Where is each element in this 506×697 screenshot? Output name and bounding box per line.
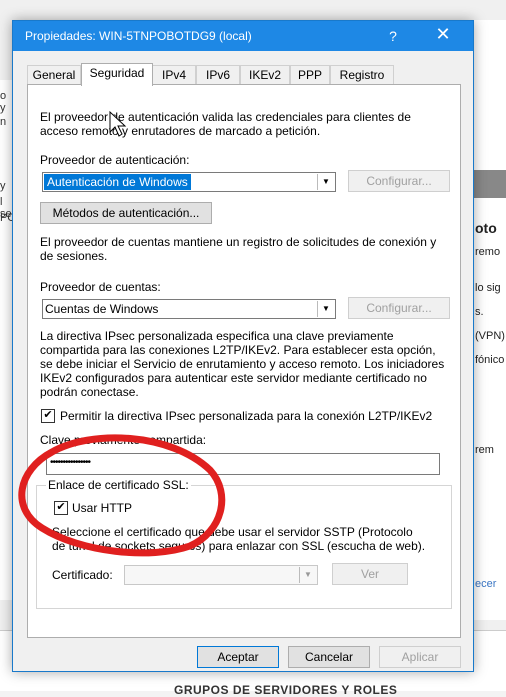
auth-provider-label: Proveedor de autenticación: bbox=[40, 153, 190, 167]
ipsec-description: compartida para las conexiones L2TP/IKEv… bbox=[40, 343, 436, 357]
dialog-title: Propiedades: WIN-5TNPOBOTDG9 (local) bbox=[25, 29, 252, 43]
auth-provider-value: Autenticación de Windows bbox=[44, 174, 191, 190]
bg-text: y bbox=[0, 180, 6, 192]
bg-text: n bbox=[0, 116, 7, 128]
use-http-label: Usar HTTP bbox=[72, 501, 132, 515]
ipsec-description: se debe iniciar el Servicio de enrutamie… bbox=[40, 357, 445, 371]
accounting-provider-value: Cuentas de Windows bbox=[45, 302, 159, 316]
configure-accounting-button[interactable]: Configurar... bbox=[348, 297, 450, 319]
auth-provider-select[interactable]: Autenticación de Windows ▼ bbox=[42, 172, 336, 192]
tab-ppp[interactable]: PPP bbox=[290, 65, 330, 85]
ssl-description: Seleccione el certificado que debe usar … bbox=[52, 525, 413, 539]
accounting-provider-label: Proveedor de cuentas: bbox=[40, 280, 161, 294]
accounting-description: de sesiones. bbox=[40, 249, 108, 263]
properties-dialog: Propiedades: WIN-5TNPOBOTDG9 (local) ? ✕… bbox=[12, 20, 474, 672]
view-certificate-button[interactable]: Ver bbox=[332, 563, 408, 585]
bg-text: s. bbox=[475, 306, 484, 318]
tab-ipv6[interactable]: IPv6 bbox=[196, 65, 240, 85]
bg-text: lo sig bbox=[475, 282, 501, 294]
accounting-description: El proveedor de cuentas mantiene un regi… bbox=[40, 235, 437, 249]
bg-text: oto bbox=[475, 220, 497, 236]
chevron-down-icon: ▼ bbox=[317, 174, 334, 190]
tab-registro[interactable]: Registro bbox=[330, 65, 394, 85]
bg-section-heading: GRUPOS DE SERVIDORES Y ROLES bbox=[174, 683, 398, 697]
chevron-down-icon: ▼ bbox=[317, 301, 334, 317]
ipsec-checkbox[interactable]: ✔ bbox=[41, 409, 55, 423]
bg-text: remo bbox=[475, 246, 501, 258]
chevron-down-icon: ▼ bbox=[299, 567, 316, 583]
apply-button[interactable]: Aplicar bbox=[379, 646, 461, 668]
ssl-description: de túnel de sockets seguros) para enlaza… bbox=[52, 539, 426, 553]
certificate-label: Certificado: bbox=[52, 568, 113, 582]
bg-text: (VPN) bbox=[475, 330, 505, 342]
bg-text: rem bbox=[475, 444, 494, 456]
bg-text: fónico bbox=[475, 354, 505, 366]
ssl-group-label: Enlace de certificado SSL: bbox=[46, 478, 191, 492]
tab-seguridad[interactable]: Seguridad bbox=[81, 63, 153, 86]
psk-label: Clave previamente compartida: bbox=[40, 433, 207, 447]
bg-header-bar bbox=[471, 170, 506, 198]
use-http-checkbox[interactable]: ✔ bbox=[54, 501, 68, 515]
bg-text: o y bbox=[0, 90, 7, 114]
background-right-pane: oto remo lo sig s. (VPN) fónico rem ecer bbox=[470, 20, 506, 620]
ipsec-description: IKEv2 configurados para autenticar este … bbox=[40, 371, 427, 385]
auth-methods-button[interactable]: Métodos de autenticación... bbox=[40, 202, 212, 224]
accounting-provider-select[interactable]: Cuentas de Windows ▼ bbox=[42, 299, 336, 319]
bg-link[interactable]: ecer bbox=[475, 578, 496, 590]
close-icon[interactable]: ✕ bbox=[431, 24, 455, 45]
tab-ikev2[interactable]: IKEv2 bbox=[240, 65, 290, 85]
ipsec-description: La directiva IPsec personalizada especif… bbox=[40, 329, 394, 343]
accept-button[interactable]: Aceptar bbox=[197, 646, 279, 668]
tab-ipv4[interactable]: IPv4 bbox=[152, 65, 196, 85]
tab-general[interactable]: General bbox=[27, 65, 81, 85]
auth-description: El proveedor de autenticación valida las… bbox=[40, 110, 411, 124]
auth-description: acceso remoto y enrutadores de marcado a… bbox=[40, 124, 321, 138]
ipsec-checkbox-label: Permitir la directiva IPsec personalizad… bbox=[60, 409, 433, 423]
cancel-button[interactable]: Cancelar bbox=[288, 646, 370, 668]
security-tab-panel: El proveedor de autenticación valida las… bbox=[27, 84, 461, 638]
configure-auth-button[interactable]: Configurar... bbox=[348, 170, 450, 192]
psk-input[interactable]: •••••••••••••••• bbox=[46, 453, 440, 475]
dialog-titlebar[interactable]: Propiedades: WIN-5TNPOBOTDG9 (local) ? ✕ bbox=[13, 21, 473, 51]
ipsec-description: podrán conectase. bbox=[40, 385, 139, 399]
certificate-select[interactable]: ▼ bbox=[124, 565, 318, 585]
help-button[interactable]: ? bbox=[383, 28, 403, 44]
